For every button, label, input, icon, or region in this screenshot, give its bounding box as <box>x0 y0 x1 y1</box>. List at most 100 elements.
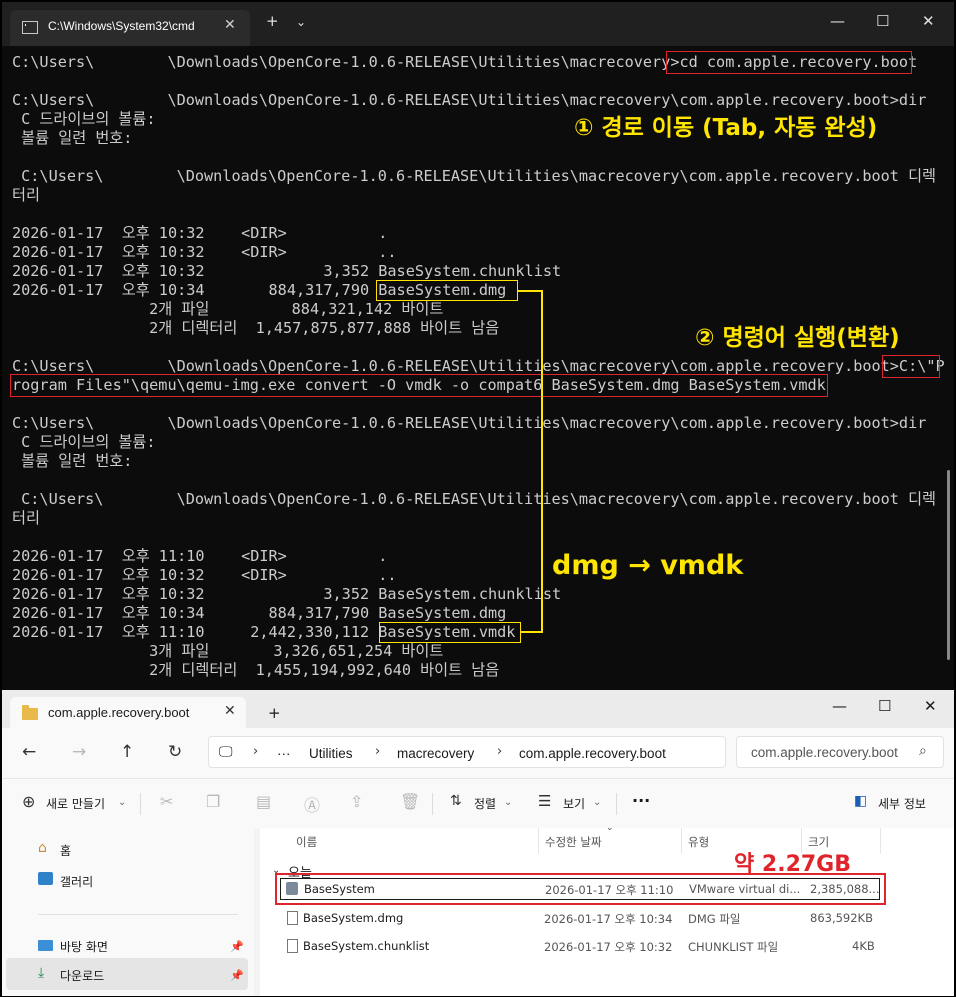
minimize-icon[interactable]: — <box>830 12 845 30</box>
table-row[interactable]: BaseSystem.dmg 2026-01-17 오후 10:34 DMG 파… <box>280 908 880 930</box>
column-header-date[interactable]: 수정한 날짜 <box>545 834 602 850</box>
convert-command-highlight-2 <box>10 374 828 397</box>
terminal-line: C:\Users\ \Downloads\OpenCore-1.0.6-RELE… <box>12 490 937 508</box>
desktop-icon <box>38 940 53 951</box>
connector-line <box>521 631 543 633</box>
file-type: DMG 파일 <box>688 912 741 926</box>
annotation-convert: dmg → vmdk <box>552 550 744 581</box>
file-icon <box>287 911 298 925</box>
nav-item-home[interactable]: 홈 <box>60 842 71 859</box>
more-button[interactable]: ··· <box>632 791 650 810</box>
delete-icon[interactable]: 🗑 <box>400 792 420 811</box>
file-size: 2,385,088... <box>810 882 880 896</box>
copy-icon[interactable]: ❐ <box>206 792 220 811</box>
disk-file-icon <box>286 882 298 895</box>
terminal-line: 볼륨 일련 번호: <box>12 452 133 470</box>
explorer-window: com.apple.recovery.boot ✕ + — ☐ ✕ ← → ↑ … <box>2 690 954 996</box>
file-name: BaseSystem.dmg <box>303 911 404 925</box>
explorer-tab[interactable]: com.apple.recovery.boot ✕ <box>10 697 246 728</box>
up-icon[interactable]: ↑ <box>120 742 134 762</box>
file-name: BaseSystem.chunklist <box>303 939 430 953</box>
share-icon[interactable]: ⇪ <box>350 792 363 811</box>
search-box[interactable]: com.apple.recovery.boot ⌕ <box>736 736 944 768</box>
folder-icon <box>22 705 38 720</box>
divider <box>538 828 539 854</box>
new-button[interactable]: 새로 만들기 <box>46 795 105 812</box>
annotation-step1: ① 경로 이동 (Tab, 자동 완성) <box>574 115 878 141</box>
terminal-line: 2026-01-17 오후 10:32 3,352 BaseSystem.chu… <box>12 262 562 280</box>
cut-icon[interactable]: ✂ <box>160 792 173 811</box>
close-tab-icon[interactable]: ✕ <box>224 17 236 33</box>
terminal-line: C:\Users\ \Downloads\OpenCore-1.0.6-RELE… <box>12 167 937 185</box>
sort-button[interactable]: 정렬 <box>474 795 496 812</box>
chevron-down-icon: ⌄ <box>593 797 602 808</box>
cmd-icon <box>22 21 38 34</box>
chevron-right-icon: › <box>375 744 381 759</box>
maximize-icon[interactable]: ☐ <box>876 12 889 30</box>
column-header-name[interactable]: 이름 <box>296 834 317 850</box>
explorer-title-bar: com.apple.recovery.boot ✕ + — ☐ ✕ <box>2 690 954 728</box>
terminal-scrollbar[interactable] <box>947 470 950 660</box>
address-bar[interactable]: 🖵 › ··· Utilities › macrecovery › com.ap… <box>208 736 726 768</box>
nav-item-desktop[interactable]: 바탕 화면 <box>60 938 108 955</box>
breadcrumb-current[interactable]: com.apple.recovery.boot <box>519 746 666 761</box>
search-input[interactable]: com.apple.recovery.boot <box>751 745 911 760</box>
paste-icon[interactable]: ▤ <box>256 792 271 811</box>
pin-icon[interactable]: 📌 <box>230 969 244 982</box>
breadcrumb-macrecovery[interactable]: macrecovery <box>397 746 474 761</box>
dmg-file-highlight <box>376 280 518 301</box>
forward-icon[interactable]: → <box>72 742 86 762</box>
back-icon[interactable]: ← <box>22 742 36 762</box>
new-tab-icon[interactable]: + <box>266 12 279 30</box>
explorer-nav-bar: ← → ↑ ↻ 🖵 › ··· Utilities › macrecovery … <box>2 728 954 778</box>
new-tab-icon[interactable]: + <box>268 704 281 722</box>
terminal-line: 2개 디렉터리 1,457,875,877,888 바이트 남음 <box>12 319 500 337</box>
computer-icon: 🖵 <box>219 743 233 759</box>
close-tab-icon[interactable]: ✕ <box>224 703 236 719</box>
maximize-icon[interactable]: ☐ <box>878 697 891 715</box>
breadcrumb-more[interactable]: ··· <box>277 746 291 761</box>
close-window-icon[interactable]: ✕ <box>922 12 935 30</box>
terminal-line: 2개 파일 884,321,142 바이트 <box>12 300 444 318</box>
close-window-icon[interactable]: ✕ <box>924 697 937 715</box>
chevron-down-icon[interactable]: ⌄ <box>296 15 306 29</box>
terminal-line: 볼륨 일련 번호: <box>12 129 133 147</box>
divider <box>681 828 682 854</box>
divider <box>616 793 617 815</box>
convert-command-highlight-1 <box>882 355 940 378</box>
file-list: 이름 수정한 날짜 ⌄ 유형 크기 ⌄ 오늘 약 2.27GB BaseSyst… <box>260 823 954 996</box>
connector-line <box>541 290 543 633</box>
divider <box>432 793 433 815</box>
rename-icon[interactable]: Ⓐ <box>304 792 320 816</box>
terminal-line: 2026-01-17 오후 10:32 <DIR> .. <box>12 243 397 261</box>
minimize-icon[interactable]: — <box>832 697 847 715</box>
nav-item-downloads[interactable]: 다운로드 <box>60 967 104 984</box>
explorer-toolbar: ⊕ 새로 만들기 ⌄ ✂ ❐ ▤ Ⓐ ⇪ 🗑 ⇅ 정렬 ⌄ ☰ 보기 ⌄ ···… <box>2 778 954 829</box>
view-button[interactable]: 보기 <box>563 795 585 812</box>
table-row[interactable]: BaseSystem.chunklist 2026-01-17 오후 10:32… <box>280 936 880 958</box>
chevron-down-icon: ⌄ <box>504 797 513 808</box>
details-button[interactable]: 세부 정보 <box>878 795 926 812</box>
terminal-line: 터리 <box>12 509 40 527</box>
screenshot-frame: C:\Windows\System32\cmd ✕ + ⌄ — ☐ ✕ C:\U… <box>0 0 956 997</box>
refresh-icon[interactable]: ↻ <box>168 742 182 762</box>
home-icon: ⌂ <box>38 840 47 856</box>
terminal-line: 3개 파일 3,326,651,254 바이트 <box>12 642 444 660</box>
breadcrumb-utilities[interactable]: Utilities <box>309 746 353 761</box>
plus-circle-icon: ⊕ <box>22 792 36 811</box>
column-header-type[interactable]: 유형 <box>688 834 709 850</box>
terminal-line: C 드라이브의 볼륨: <box>12 110 156 128</box>
table-row[interactable]: BaseSystem 2026-01-17 오후 11:10 VMware vi… <box>280 878 880 900</box>
terminal-window: C:\Windows\System32\cmd ✕ + ⌄ — ☐ ✕ C:\U… <box>2 2 954 690</box>
nav-item-gallery[interactable]: 갤러리 <box>60 873 93 890</box>
divider <box>140 793 141 815</box>
divider <box>880 828 881 854</box>
sort-caret-icon: ⌄ <box>606 823 614 833</box>
terminal-tab[interactable]: C:\Windows\System32\cmd ✕ <box>10 10 250 46</box>
terminal-output[interactable]: C:\Users\ \Downloads\OpenCore-1.0.6-RELE… <box>2 46 954 690</box>
file-name: BaseSystem <box>304 882 375 896</box>
terminal-line: 2026-01-17 오후 10:34 884,317,790 BaseSyst… <box>12 604 507 622</box>
terminal-line: 2026-01-17 오후 11:10 <DIR> . <box>12 547 388 565</box>
pin-icon[interactable]: 📌 <box>230 940 244 953</box>
file-date: 2026-01-17 오후 11:10 <box>545 883 674 897</box>
